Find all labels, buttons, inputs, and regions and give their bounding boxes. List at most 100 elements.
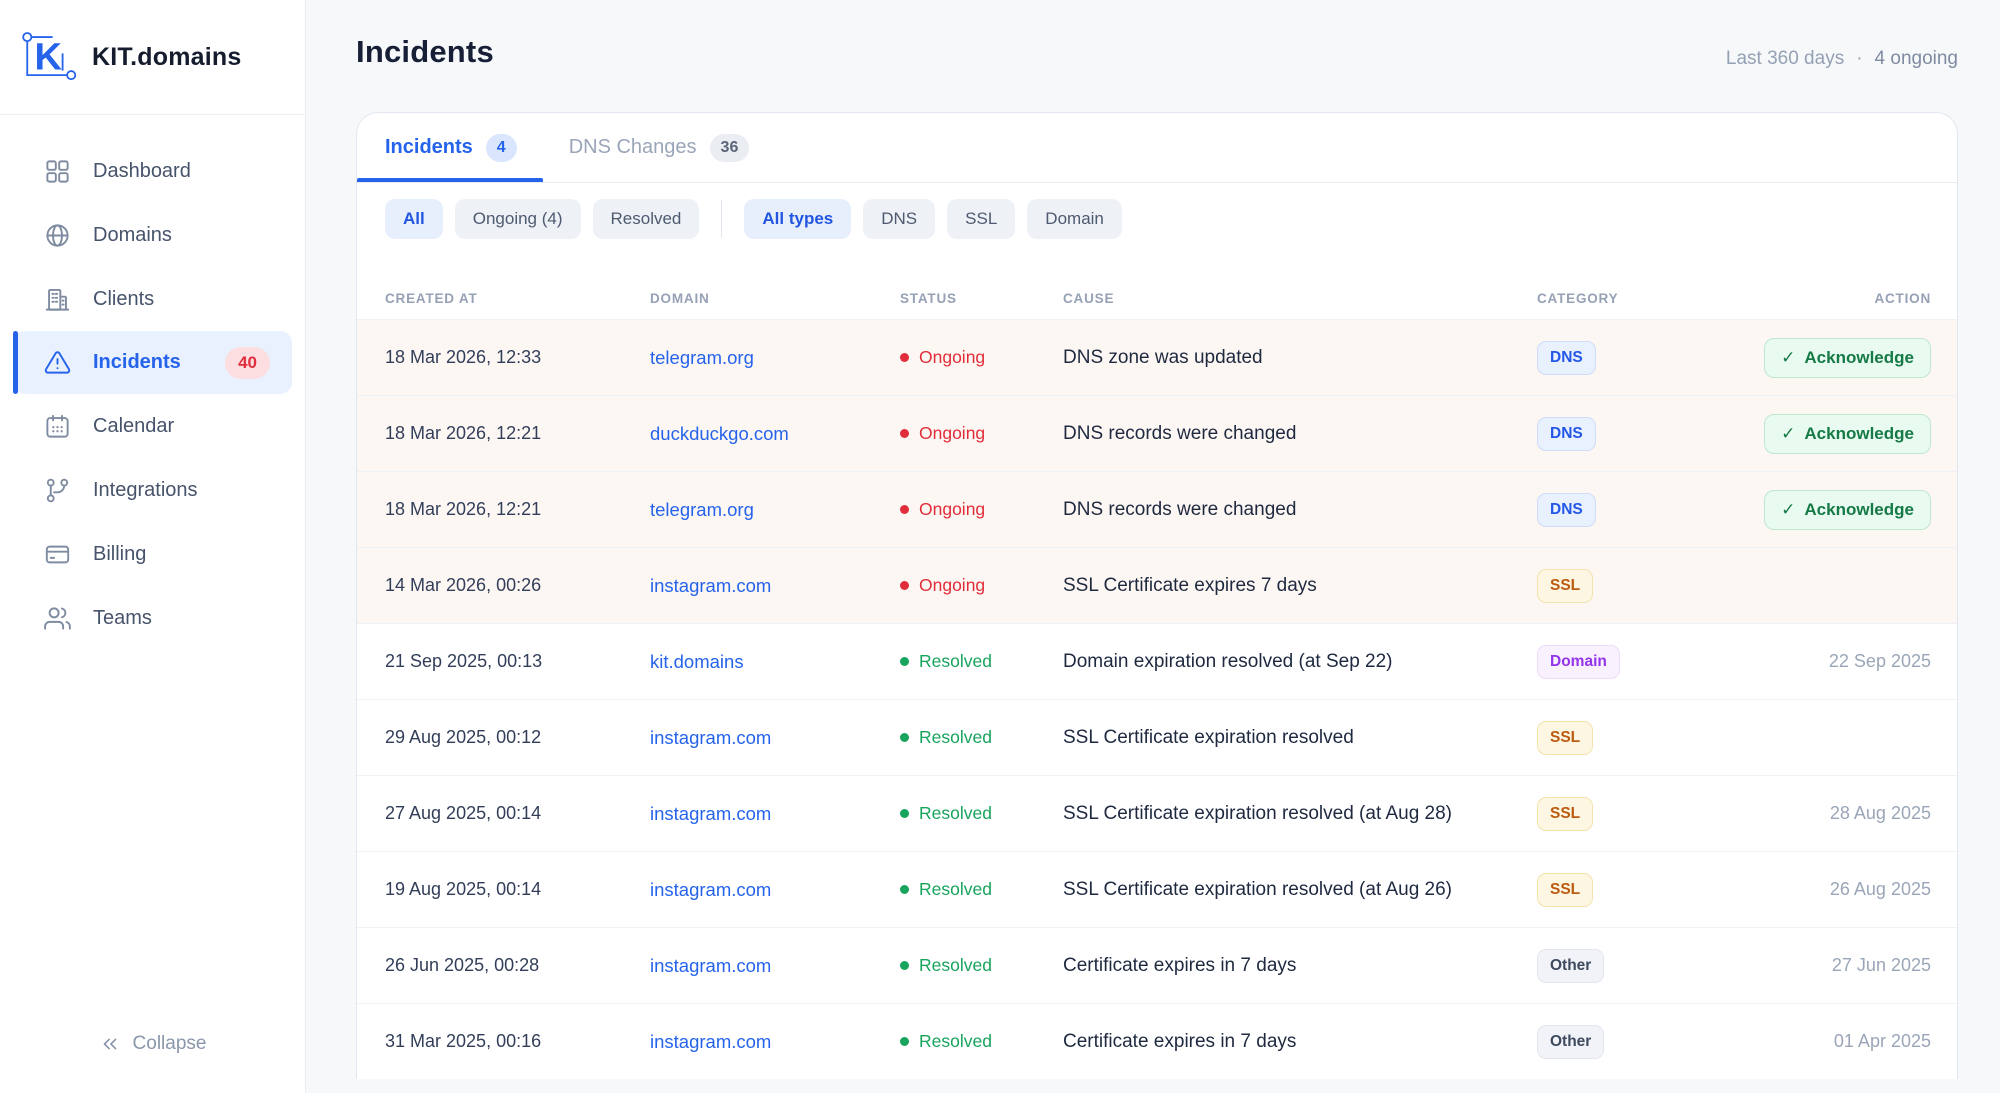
sidebar-item-dashboard[interactable]: Dashboard — [0, 139, 305, 203]
status-label: Ongoing — [919, 423, 985, 444]
collapse-button[interactable]: Collapse — [0, 1007, 305, 1093]
calendar-icon — [44, 413, 71, 440]
filter-chip-all[interactable]: All — [385, 199, 443, 239]
action-cell: 27 Jun 2025 — [1745, 955, 1931, 976]
sidebar-item-label: Calendar — [93, 415, 174, 438]
table-row: 18 Mar 2026, 12:21duckduckgo.comOngoingD… — [357, 395, 1957, 471]
table-row: 18 Mar 2026, 12:21telegram.orgOngoingDNS… — [357, 471, 1957, 547]
status-cell: Resolved — [900, 879, 1063, 900]
incidents-count-badge: 40 — [225, 347, 270, 379]
status-cell: Ongoing — [900, 423, 1063, 444]
domain-link[interactable]: instagram.com — [650, 575, 771, 596]
acknowledge-button[interactable]: ✓Acknowledge — [1764, 490, 1931, 530]
action-cell: ✓Acknowledge — [1745, 490, 1931, 530]
acknowledge-button[interactable]: ✓Acknowledge — [1764, 414, 1931, 454]
created-at-cell: 29 Aug 2025, 00:12 — [385, 727, 650, 748]
action-cell: 22 Sep 2025 — [1745, 651, 1931, 672]
sidebar-item-clients[interactable]: Clients — [0, 267, 305, 331]
alert-triangle-icon — [44, 349, 71, 376]
status-dot-icon — [900, 657, 909, 666]
table-row: 18 Mar 2026, 12:33telegram.org Ongoing DNS… — [357, 319, 1957, 395]
brand-name: KIT.domains — [92, 43, 241, 72]
sidebar-item-domains[interactable]: Domains — [0, 203, 305, 267]
tab-incidents[interactable]: Incidents4 — [357, 113, 543, 182]
sidebar-item-teams[interactable]: Teams — [0, 586, 305, 650]
domain-link[interactable]: kit.domains — [650, 651, 744, 672]
chevrons-left-icon — [99, 1033, 121, 1055]
check-icon: ✓ — [1781, 424, 1795, 444]
status-label: Resolved — [919, 727, 992, 748]
domain-cell: telegram.org — [650, 347, 900, 369]
resolved-date: 01 Apr 2025 — [1834, 1031, 1931, 1051]
table-row: 31 Mar 2025, 00:16instagram.comResolvedC… — [357, 1003, 1957, 1079]
status-label: Ongoing — [919, 347, 985, 368]
category-badge: DNS — [1537, 341, 1596, 375]
sidebar-item-integrations[interactable]: Integrations — [0, 458, 305, 522]
period-label: Last 360 days — [1726, 48, 1844, 70]
sidebar-item-label: Billing — [93, 543, 146, 566]
filter-chip-ssl[interactable]: SSL — [947, 199, 1015, 239]
domain-cell: instagram.com — [650, 803, 900, 825]
domain-link[interactable]: instagram.com — [650, 803, 771, 824]
filter-bar: All Ongoing (4) Resolved All types DNS SSL Dom… — [357, 183, 1957, 255]
sidebar-item-label: Incidents — [93, 351, 181, 374]
table-row: 19 Aug 2025, 00:14instagram.comResolvedS… — [357, 851, 1957, 927]
status-dot-icon — [900, 1037, 909, 1046]
status-cell: Ongoing — [900, 347, 1063, 368]
domain-link[interactable]: instagram.com — [650, 879, 771, 900]
acknowledge-label: Acknowledge — [1804, 348, 1914, 368]
sidebar-item-calendar[interactable]: Calendar — [0, 394, 305, 458]
status-label: Resolved — [919, 651, 992, 672]
sidebar-item-incidents[interactable]: Incidents 40 — [13, 331, 292, 394]
filter-chip-domain[interactable]: Domain — [1027, 199, 1122, 239]
sidebar-item-label: Integrations — [93, 479, 198, 502]
created-at-cell: 18 Mar 2026, 12:21 — [385, 423, 650, 444]
created-at-cell: 18 Mar 2026, 12:33 — [385, 347, 650, 368]
tab-label: Incidents — [385, 136, 473, 159]
filter-chip-resolved[interactable]: Resolved — [593, 199, 700, 239]
filter-chip-all-types[interactable]: All types — [744, 199, 851, 239]
created-at-cell: 27 Aug 2025, 00:14 — [385, 803, 650, 824]
category-badge: SSL — [1537, 797, 1593, 831]
acknowledge-label: Acknowledge — [1804, 500, 1914, 520]
cause-cell: SSL Certificate expiration resolved (at … — [1063, 803, 1537, 825]
page-title: Incidents — [356, 34, 494, 70]
domain-cell: instagram.com — [650, 955, 900, 977]
resolved-date: 22 Sep 2025 — [1829, 651, 1931, 671]
status-dot-icon — [900, 885, 909, 894]
category-badge: SSL — [1537, 569, 1593, 603]
status-cell: Ongoing — [900, 499, 1063, 520]
filter-chip-dns[interactable]: DNS — [863, 199, 935, 239]
domain-link[interactable]: duckduckgo.com — [650, 423, 789, 444]
filter-chip-ongoing-4[interactable]: Ongoing (4) — [455, 199, 581, 239]
category-badge: SSL — [1537, 721, 1593, 755]
created-at-cell: 14 Mar 2026, 00:26 — [385, 575, 650, 596]
domain-link[interactable]: telegram.org — [650, 499, 754, 520]
sidebar-item-label: Teams — [93, 607, 152, 630]
domain-cell: instagram.com — [650, 1031, 900, 1053]
category-badge: Other — [1537, 1025, 1604, 1059]
page-header: Incidents Last 360 days · 4 ongoing — [356, 34, 1958, 86]
domain-link[interactable]: instagram.com — [650, 1031, 771, 1052]
status-cell: Resolved — [900, 1031, 1063, 1052]
sidebar-item-label: Clients — [93, 288, 154, 311]
tab-bar: Incidents4DNS Changes36 — [357, 113, 1957, 183]
brand-logo[interactable]: K KIT.domains — [0, 0, 305, 115]
domain-link[interactable]: telegram.org — [650, 347, 754, 368]
cause-cell: Certificate expires in 7 days — [1063, 955, 1537, 977]
status-label: Resolved — [919, 955, 992, 976]
status-cell: Resolved — [900, 727, 1063, 748]
column-header-created-at: CREATED AT — [385, 291, 650, 306]
tab-dns-changes[interactable]: DNS Changes36 — [543, 113, 776, 182]
action-cell: ✓Acknowledge — [1745, 414, 1931, 454]
domain-cell: instagram.com — [650, 727, 900, 749]
domain-link[interactable]: instagram.com — [650, 955, 771, 976]
sidebar-item-billing[interactable]: Billing — [0, 522, 305, 586]
acknowledge-button[interactable]: ✓Acknowledge — [1764, 338, 1931, 378]
status-dot-icon — [900, 809, 909, 818]
domain-link[interactable]: instagram.com — [650, 727, 771, 748]
domain-cell: duckduckgo.com — [650, 423, 900, 445]
status-label: Resolved — [919, 803, 992, 824]
category-badge: Other — [1537, 949, 1604, 983]
created-at-cell: 21 Sep 2025, 00:13 — [385, 651, 650, 672]
